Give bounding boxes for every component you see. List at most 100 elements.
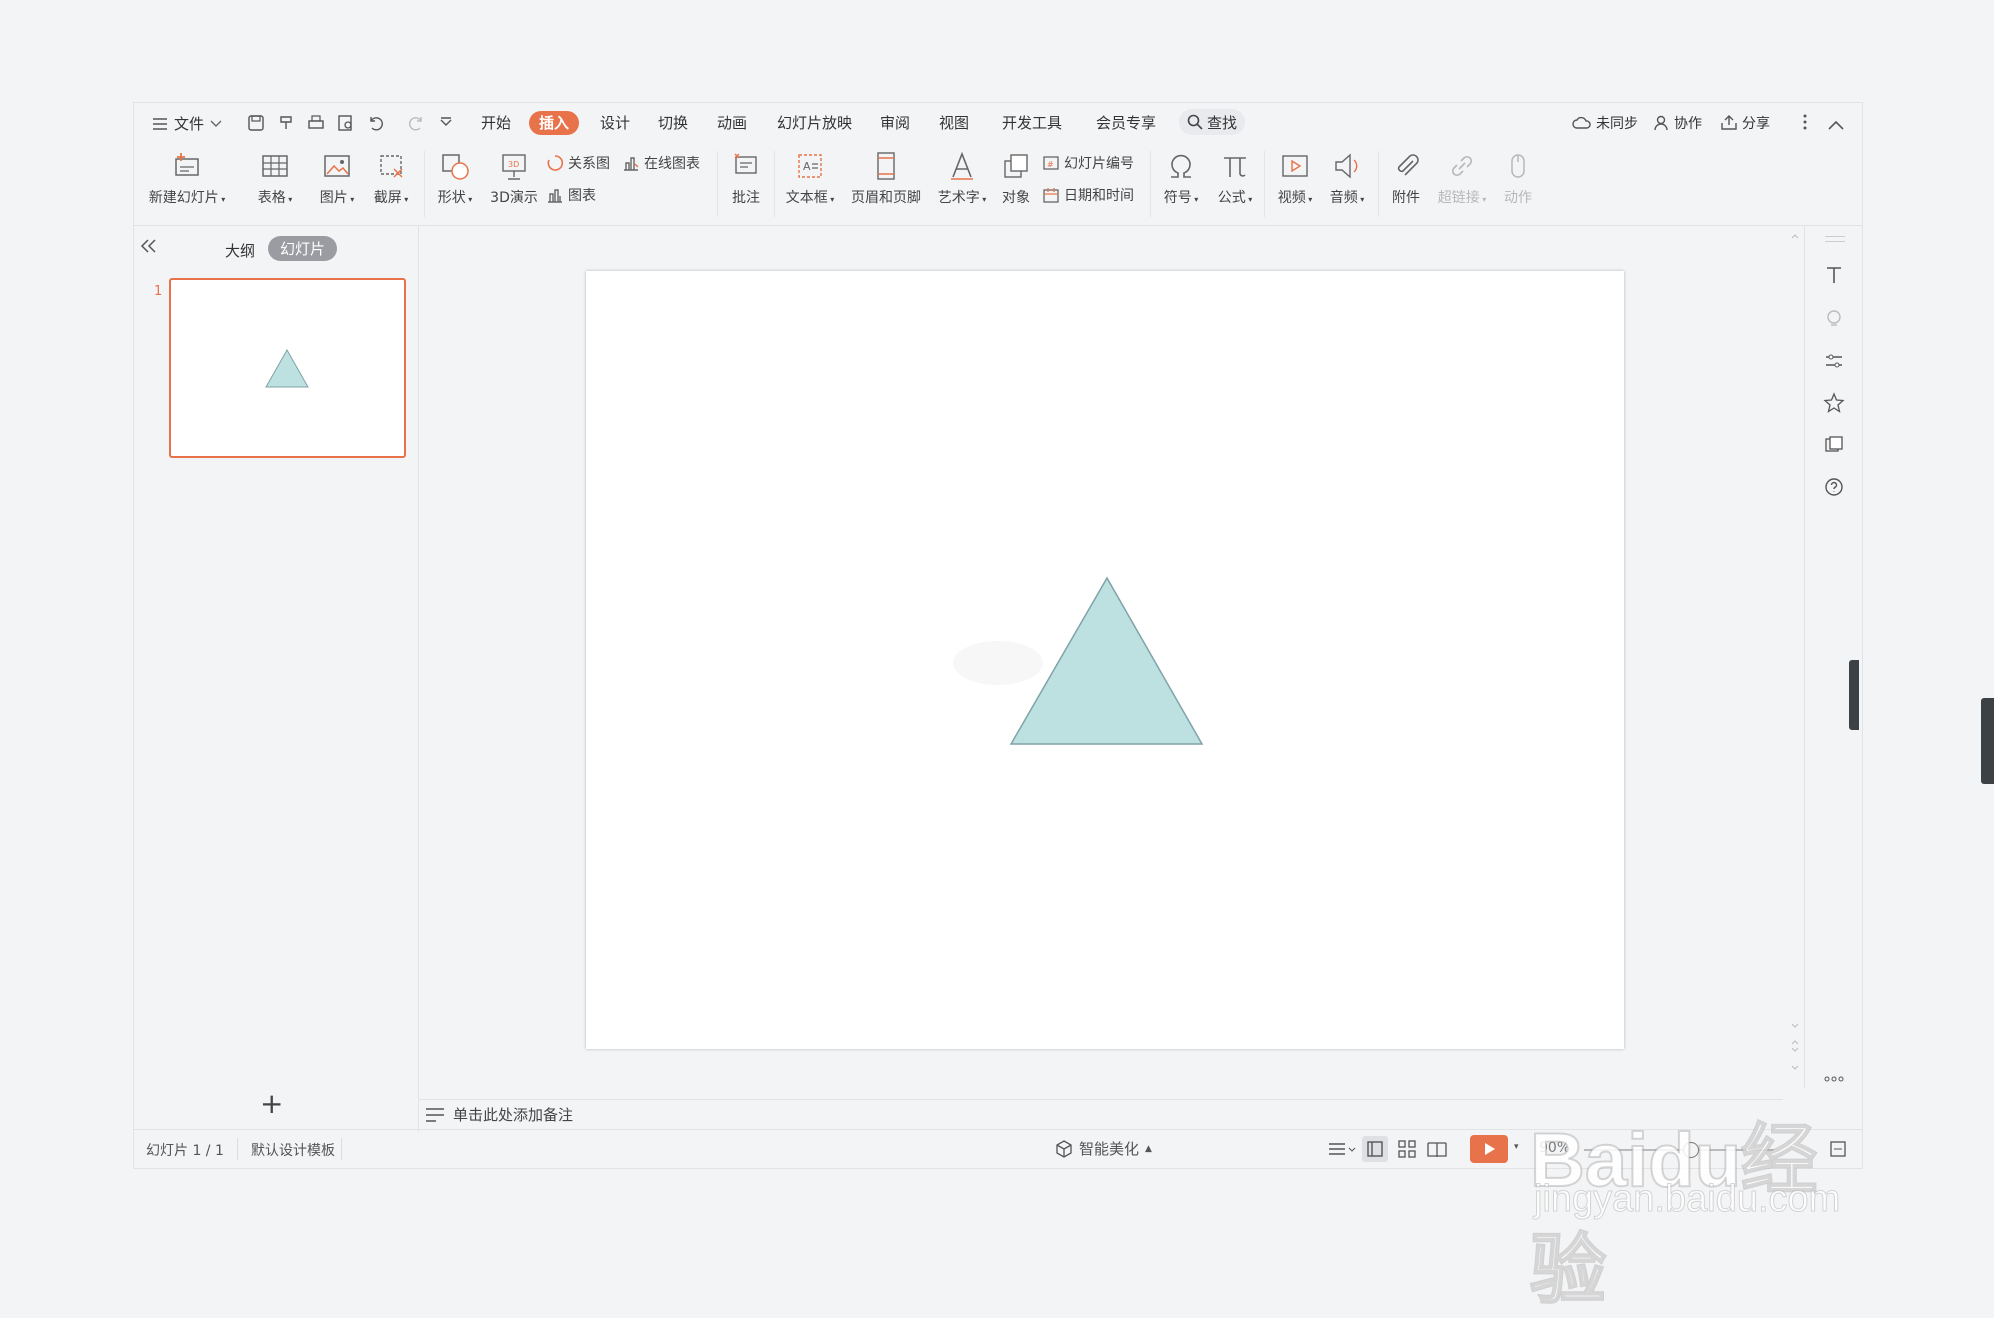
svg-text:#: #: [1047, 160, 1054, 169]
file-menu-label: 文件: [174, 115, 205, 133]
audio-button[interactable]: 音频 ▾: [1322, 143, 1372, 207]
add-slide-button[interactable]: +: [260, 1090, 283, 1118]
side-widget[interactable]: [1981, 698, 1994, 784]
header-footer-label: 页眉和页脚: [851, 190, 921, 206]
relation-label: 关系图: [568, 156, 610, 172]
tab-slides[interactable]: 幻灯片: [268, 236, 338, 261]
online-chart-button[interactable]: 在线图表: [622, 153, 700, 173]
beautify-label: 智能美化: [1079, 1140, 1140, 1158]
tab-animation[interactable]: 动画: [717, 111, 747, 135]
app-window: 文件 开始 插入 设计 切换 动画 幻灯片放映 审阅 视图 开发工具 会员专享 …: [133, 102, 1863, 1169]
drag-handle[interactable]: [1825, 236, 1845, 242]
screenshot-button[interactable]: 截屏 ▾: [366, 143, 416, 207]
search-box[interactable]: 查找: [1179, 109, 1246, 135]
textbox-button[interactable]: A 文本框 ▾: [780, 143, 840, 207]
slide-canvas[interactable]: [586, 271, 1624, 1049]
more-options-icon[interactable]: [1823, 1068, 1845, 1087]
vertical-scrollbar[interactable]: [1789, 226, 1801, 1088]
online-chart-label: 在线图表: [644, 156, 700, 172]
print-preview-icon[interactable]: [336, 113, 356, 133]
share-button[interactable]: 分享: [1720, 113, 1770, 133]
shape-shadow: [953, 641, 1043, 685]
help-icon[interactable]: [1823, 476, 1845, 502]
slide-number-button[interactable]: # 幻灯片编号: [1042, 153, 1134, 173]
tab-view[interactable]: 视图: [939, 111, 969, 135]
reading-view-icon[interactable]: [1426, 1138, 1448, 1164]
relation-button[interactable]: 关系图: [546, 153, 610, 173]
animation-star-icon[interactable]: [1823, 392, 1845, 418]
idea-icon[interactable]: [1823, 308, 1845, 334]
search-label: 查找: [1207, 113, 1238, 132]
tab-transition[interactable]: 切换: [658, 111, 688, 135]
play-icon: [1485, 1143, 1495, 1155]
formula-label: 公式: [1217, 190, 1246, 206]
sync-button[interactable]: 未同步: [1572, 113, 1638, 133]
save-icon[interactable]: [246, 113, 266, 133]
tab-slideshow[interactable]: 幻灯片放映: [777, 111, 852, 135]
zoom-level[interactable]: 90%: [1539, 1140, 1570, 1156]
beautify-button[interactable]: 智能美化 ▲: [1055, 1138, 1152, 1159]
speaker-icon: [1330, 149, 1364, 183]
screenshot-label: 截屏: [373, 190, 402, 206]
collapse-panel-icon[interactable]: [140, 238, 158, 257]
tab-developer[interactable]: 开发工具: [1002, 111, 1062, 135]
properties-icon[interactable]: [1823, 350, 1845, 376]
tab-home[interactable]: 开始: [481, 111, 511, 135]
normal-view-icon[interactable]: [1362, 1136, 1388, 1162]
undo-icon[interactable]: [366, 113, 386, 133]
video-button[interactable]: 视频 ▾: [1270, 143, 1320, 207]
collab-button[interactable]: 协作: [1654, 113, 1702, 133]
template-name[interactable]: 默认设计模板: [251, 1140, 335, 1160]
object-button[interactable]: 对象: [996, 143, 1036, 207]
chart-icon: [548, 189, 562, 203]
picture-button[interactable]: 图片 ▾: [312, 143, 362, 207]
attachment-button[interactable]: 附件: [1384, 143, 1428, 207]
tab-insert[interactable]: 插入: [529, 111, 580, 135]
notes-toggle-icon[interactable]: [1328, 1140, 1356, 1162]
side-widget-handle[interactable]: [1849, 660, 1859, 730]
slideshow-dropdown-icon[interactable]: ▾: [1514, 1142, 1519, 1152]
sorter-view-icon[interactable]: [1396, 1138, 1418, 1164]
hyperlink-button[interactable]: 超链接 ▾: [1432, 143, 1492, 207]
collapse-ribbon-icon[interactable]: [1828, 115, 1844, 134]
shape-button[interactable]: 形状 ▾: [430, 143, 480, 207]
symbol-button[interactable]: 符号 ▾: [1156, 143, 1206, 207]
header-footer-button[interactable]: 页眉和页脚: [848, 143, 924, 207]
file-menu[interactable]: 文件: [152, 113, 222, 134]
chart-button[interactable]: 图表: [546, 185, 596, 205]
comment-button[interactable]: 批注: [724, 143, 768, 207]
online-chart-icon: [624, 157, 639, 171]
table-label: 表格: [257, 190, 286, 206]
textbox-label: 文本框: [785, 190, 828, 206]
customize-icon[interactable]: [436, 113, 456, 133]
fit-window-icon[interactable]: [1829, 1140, 1847, 1162]
text-style-icon[interactable]: [1823, 264, 1845, 290]
demo3d-button[interactable]: 3D 3D演示: [484, 143, 544, 207]
tab-outline[interactable]: 大纲: [225, 240, 255, 261]
chart-label: 图表: [568, 188, 596, 204]
table-button[interactable]: 表格 ▾: [250, 143, 300, 207]
slide-thumbnail[interactable]: [169, 278, 406, 458]
zoom-slider[interactable]: [1584, 1149, 1774, 1151]
date-time-button[interactable]: 日期和时间: [1042, 185, 1134, 205]
action-button[interactable]: 动作: [1498, 143, 1538, 207]
watermark-url: jingyan.baidu.com: [1533, 1178, 1841, 1221]
new-slide-button[interactable]: 新建幻灯片 ▾: [146, 143, 228, 207]
object-label: 对象: [1002, 190, 1030, 206]
tab-design[interactable]: 设计: [600, 111, 630, 135]
formula-button[interactable]: 公式 ▾: [1210, 143, 1260, 207]
tab-review[interactable]: 审阅: [880, 111, 910, 135]
tab-member[interactable]: 会员专享: [1096, 111, 1156, 135]
calendar-icon: [1043, 188, 1059, 203]
wordart-button[interactable]: 艺术字 ▾: [934, 143, 990, 207]
chevron-down-icon: [210, 120, 222, 127]
zoom-slider-thumb[interactable]: [1683, 1142, 1699, 1158]
play-slideshow-button[interactable]: [1470, 1135, 1508, 1163]
slide-switch-icon[interactable]: [1823, 434, 1845, 460]
print-icon[interactable]: [306, 113, 326, 133]
more-icon[interactable]: [1802, 113, 1808, 135]
redo-icon[interactable]: [406, 113, 426, 133]
notes-bar[interactable]: 单击此处添加备注: [419, 1099, 1783, 1129]
format-painter-icon[interactable]: [276, 113, 296, 133]
picture-label: 图片: [319, 190, 348, 206]
